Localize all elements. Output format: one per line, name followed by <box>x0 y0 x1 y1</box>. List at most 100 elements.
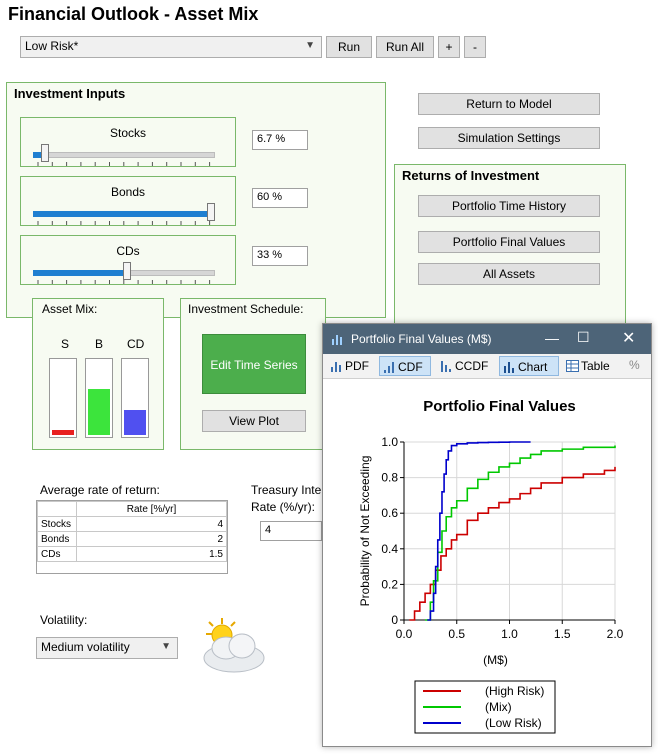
table-corner <box>37 501 77 517</box>
portfolio-time-history-button[interactable]: Portfolio Time History <box>418 195 600 217</box>
asset-mix-b-label: B <box>95 337 104 351</box>
window-titlebar[interactable]: Portfolio Final Values (M$) — ☐ ✕ <box>323 324 651 354</box>
table-icon <box>566 360 579 372</box>
volatility-label: Volatility: <box>40 613 88 627</box>
maximize-icon[interactable]: ☐ <box>577 329 590 346</box>
cdf-chart: Portfolio Final Values 0 0.2 0.4 0.6 0.8 1.0 0.… <box>358 398 624 734</box>
chart-icon <box>504 362 514 373</box>
chart-label: Chart <box>518 360 548 374</box>
close-icon[interactable]: ✕ <box>622 328 635 348</box>
chevron-down-icon: ▼ <box>305 40 315 51</box>
chart-button[interactable]: Chart <box>499 356 559 376</box>
ccdf-label: CCDF <box>455 359 489 373</box>
treasury-label-2: Rate (%/yr): <box>251 500 316 514</box>
scenario-dropdown-value: Low Risk* <box>25 39 79 53</box>
row-label: CDs <box>37 546 77 562</box>
investment-inputs-title: Investment Inputs <box>14 86 126 101</box>
minus-button[interactable]: - <box>464 36 486 58</box>
stocks-label: Stocks <box>109 126 146 140</box>
stocks-value-field[interactable]: 6.7 % <box>252 130 308 150</box>
row-value[interactable]: 4 <box>76 516 227 532</box>
asset-mix-title: Asset Mix: <box>42 302 98 316</box>
edit-time-series-button[interactable]: Edit Time Series <box>202 334 306 394</box>
avg-return-title: Average rate of return: <box>40 483 160 497</box>
asset-mix-cd-label: CD <box>127 337 145 351</box>
table-label: Table <box>581 359 610 373</box>
view-plot-button[interactable]: View Plot <box>202 410 306 432</box>
x-axis-label: (M$) <box>483 653 508 667</box>
chevron-down-icon: ▼ <box>161 641 171 652</box>
legend-label: (High Risk) <box>485 684 544 698</box>
cds-slider-thumb[interactable] <box>123 262 131 280</box>
volatility-dropdown[interactable]: Medium volatility ▼ <box>36 637 178 659</box>
cds-tube-fill <box>124 410 146 435</box>
plus-button[interactable]: + <box>438 36 460 58</box>
ccdf-icon <box>441 361 451 372</box>
y-tick-label: 0 <box>391 613 398 627</box>
run-button[interactable]: Run <box>326 36 372 58</box>
volatility-dropdown-value: Medium volatility <box>41 640 130 654</box>
result-window: Portfolio Final Values (M$) — ☐ ✕ PDF CD… <box>322 323 652 747</box>
bonds-tube-fill <box>88 389 110 435</box>
table-header-row: Rate [%/yr] <box>37 501 227 517</box>
minimize-icon[interactable]: — <box>545 330 559 346</box>
portfolio-final-values-button[interactable]: Portfolio Final Values <box>418 231 600 253</box>
page-title: Financial Outlook - Asset Mix <box>8 4 259 24</box>
stocks-ticks <box>37 162 211 166</box>
cdf-label: CDF <box>398 360 423 374</box>
window-toolbar: PDF CDF CCDF Chart Table % <box>323 354 651 379</box>
cds-label: CDs <box>116 244 140 258</box>
cds-value-field[interactable]: 33 % <box>252 246 308 266</box>
returns-title: Returns of Investment <box>402 168 540 183</box>
legend-label: (Low Risk) <box>485 716 542 730</box>
stocks-slider-thumb[interactable] <box>41 144 49 162</box>
cds-ticks <box>37 280 211 284</box>
bonds-ticks <box>37 221 211 225</box>
percent-button[interactable]: % <box>629 358 640 372</box>
x-tick-label: 2.0 <box>607 627 624 641</box>
stocks-track <box>33 152 215 158</box>
table-row: Bonds 2 <box>37 531 227 547</box>
rate-column-header: Rate [%/yr] <box>76 501 227 517</box>
row-value[interactable]: 2 <box>76 531 227 547</box>
stocks-tube-fill <box>52 430 74 435</box>
table-button[interactable]: Table <box>563 356 619 376</box>
y-tick-label: 0.2 <box>381 577 398 591</box>
y-tick-label: 0.4 <box>381 542 398 556</box>
row-label: Bonds <box>37 531 77 547</box>
row-value[interactable]: 1.5 <box>76 546 227 562</box>
investment-schedule-title: Investment Schedule: <box>188 302 304 316</box>
row-label: Stocks <box>37 516 77 532</box>
return-to-model-button[interactable]: Return to Model <box>418 93 600 115</box>
scenario-dropdown[interactable]: Low Risk* ▼ <box>20 36 322 58</box>
table-row: Stocks 4 <box>37 516 227 532</box>
x-tick-label: 1.5 <box>554 627 571 641</box>
stocks-tube <box>49 358 77 438</box>
pdf-button[interactable]: PDF <box>327 356 377 376</box>
avg-return-table: Rate [%/yr] Stocks 4 Bonds 2 CDs 1.5 <box>36 500 228 574</box>
cds-tube <box>121 358 149 438</box>
run-all-button[interactable]: Run All <box>376 36 434 58</box>
cdf-icon <box>384 362 394 373</box>
weather-cloud-sun-icon <box>203 618 265 673</box>
all-assets-button[interactable]: All Assets <box>418 263 600 285</box>
x-tick-label: 1.0 <box>501 627 518 641</box>
y-tick-label: 1.0 <box>381 435 398 449</box>
ccdf-button[interactable]: CCDF <box>437 356 495 376</box>
pdf-icon <box>331 362 341 372</box>
chart-title: Portfolio Final Values <box>423 398 576 415</box>
cds-slider-box: CDs <box>20 235 236 285</box>
cdf-button[interactable]: CDF <box>379 356 431 376</box>
cds-fill <box>33 270 127 276</box>
simulation-settings-button[interactable]: Simulation Settings <box>418 127 600 149</box>
x-tick-label: 0.0 <box>396 627 413 641</box>
bonds-value-field[interactable]: 60 % <box>252 188 308 208</box>
bonds-label: Bonds <box>110 185 146 199</box>
treasury-label-1: Treasury Inte <box>251 483 322 497</box>
window-title: Portfolio Final Values (M$) <box>351 332 492 346</box>
table-row: CDs 1.5 <box>37 546 227 562</box>
treasury-rate-field[interactable]: 4 <box>260 521 322 541</box>
y-axis-label: Probability of Not Exceeding <box>358 456 372 607</box>
bonds-tube <box>85 358 113 438</box>
bonds-slider-thumb[interactable] <box>207 203 215 221</box>
